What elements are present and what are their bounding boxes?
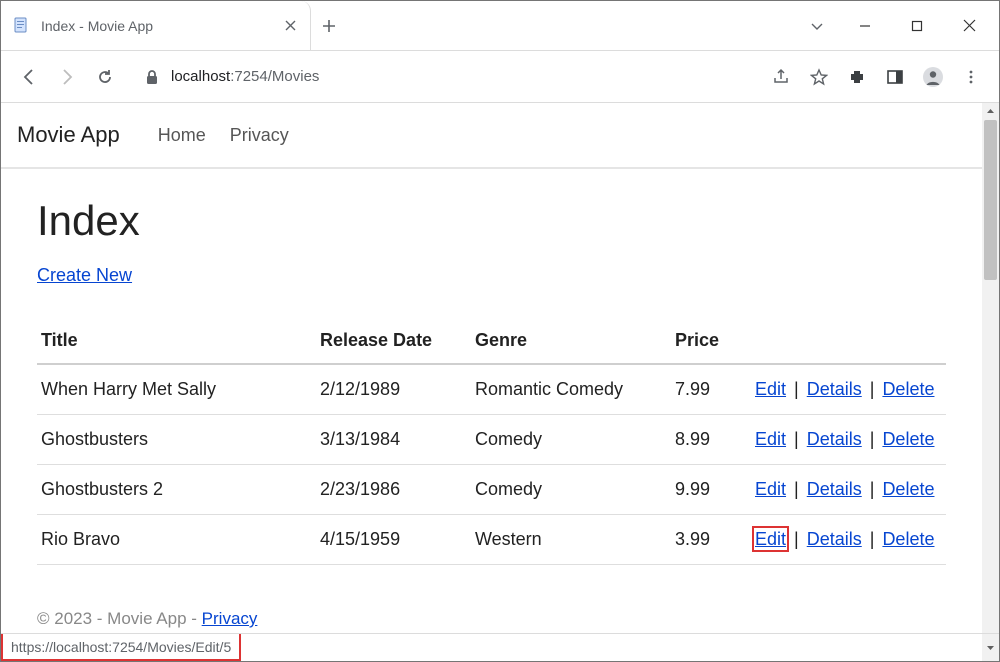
extensions-icon[interactable] <box>839 59 875 95</box>
footer-privacy-link[interactable]: Privacy <box>202 609 258 628</box>
url-host: localhost <box>171 68 230 85</box>
cell-actions: Edit | Details | Delete <box>751 364 946 415</box>
tab-title: Index - Movie App <box>41 18 282 34</box>
cell-actions: Edit | Details | Delete <box>751 415 946 465</box>
table-row: Rio Bravo4/15/1959Western3.99Edit | Deta… <box>37 515 946 565</box>
page-viewport: Movie App Home Privacy Index Create New … <box>1 103 982 633</box>
delete-link[interactable]: Delete <box>882 429 934 449</box>
edit-link[interactable]: Edit <box>755 479 786 499</box>
nav-privacy[interactable]: Privacy <box>230 125 289 146</box>
kebab-menu-icon[interactable] <box>953 59 989 95</box>
profile-icon[interactable] <box>915 59 951 95</box>
brand-link[interactable]: Movie App <box>17 122 120 148</box>
close-window-button[interactable] <box>943 2 995 50</box>
scroll-up-icon[interactable] <box>982 103 999 120</box>
cell-title: Rio Bravo <box>37 515 316 565</box>
cell-price: 7.99 <box>671 364 751 415</box>
side-panel-icon[interactable] <box>877 59 913 95</box>
page-footer: © 2023 - Movie App - Privacy <box>37 609 946 629</box>
cell-price: 3.99 <box>671 515 751 565</box>
cell-price: 8.99 <box>671 415 751 465</box>
details-link[interactable]: Details <box>807 529 862 549</box>
lock-icon <box>145 69 159 85</box>
window-titlebar: Index - Movie App <box>1 1 999 51</box>
browser-toolbar: localhost:7254/Movies <box>1 51 999 103</box>
maximize-button[interactable] <box>891 2 943 50</box>
cell-release-date: 2/12/1989 <box>316 364 471 415</box>
page-title: Index <box>37 197 946 245</box>
window-controls <box>795 1 999 50</box>
col-genre: Genre <box>471 320 671 364</box>
edit-link[interactable]: Edit <box>755 429 786 449</box>
edit-link[interactable]: Edit <box>755 379 786 399</box>
hover-url: https://localhost:7254/Movies/Edit/5 <box>1 634 241 661</box>
nav-home[interactable]: Home <box>158 125 206 146</box>
cell-release-date: 4/15/1959 <box>316 515 471 565</box>
footer-text: © 2023 - Movie App - <box>37 609 202 628</box>
create-new-link[interactable]: Create New <box>37 265 132 285</box>
details-link[interactable]: Details <box>807 429 862 449</box>
browser-statusbar: https://localhost:7254/Movies/Edit/5 <box>1 633 999 661</box>
edit-link[interactable]: Edit <box>755 529 786 549</box>
share-icon[interactable] <box>763 59 799 95</box>
cell-release-date: 3/13/1984 <box>316 415 471 465</box>
cell-genre: Comedy <box>471 415 671 465</box>
cell-title: Ghostbusters 2 <box>37 465 316 515</box>
delete-link[interactable]: Delete <box>882 529 934 549</box>
forward-button[interactable] <box>49 59 85 95</box>
cell-title: When Harry Met Sally <box>37 364 316 415</box>
chevron-down-icon[interactable] <box>795 2 839 50</box>
details-link[interactable]: Details <box>807 379 862 399</box>
page-icon <box>13 17 31 35</box>
col-release-date: Release Date <box>316 320 471 364</box>
table-row: Ghostbusters 22/23/1986Comedy9.99Edit | … <box>37 465 946 515</box>
col-actions <box>751 320 946 364</box>
cell-release-date: 2/23/1986 <box>316 465 471 515</box>
bookmark-icon[interactable] <box>801 59 837 95</box>
scrollbar-thumb[interactable] <box>984 120 997 280</box>
delete-link[interactable]: Delete <box>882 479 934 499</box>
url-path: /Movies <box>268 68 320 85</box>
back-button[interactable] <box>11 59 47 95</box>
table-row: Ghostbusters3/13/1984Comedy8.99Edit | De… <box>37 415 946 465</box>
site-navbar: Movie App Home Privacy <box>1 103 982 169</box>
cell-genre: Western <box>471 515 671 565</box>
close-tab-icon[interactable] <box>282 18 298 34</box>
url-port: :7254 <box>230 68 268 85</box>
col-title: Title <box>37 320 316 364</box>
cell-actions: Edit | Details | Delete <box>751 465 946 515</box>
cell-price: 9.99 <box>671 465 751 515</box>
table-row: When Harry Met Sally2/12/1989Romantic Co… <box>37 364 946 415</box>
details-link[interactable]: Details <box>807 479 862 499</box>
movies-table: Title Release Date Genre Price When Harr… <box>37 320 946 565</box>
reload-button[interactable] <box>87 59 123 95</box>
address-bar[interactable]: localhost:7254/Movies <box>131 61 755 93</box>
cell-genre: Romantic Comedy <box>471 364 671 415</box>
col-price: Price <box>671 320 751 364</box>
vertical-scrollbar[interactable] <box>982 103 999 633</box>
scroll-down-icon[interactable] <box>982 634 999 661</box>
minimize-button[interactable] <box>839 2 891 50</box>
cell-actions: Edit | Details | Delete <box>751 515 946 565</box>
new-tab-button[interactable] <box>311 1 347 50</box>
delete-link[interactable]: Delete <box>882 379 934 399</box>
cell-genre: Comedy <box>471 465 671 515</box>
cell-title: Ghostbusters <box>37 415 316 465</box>
browser-tab[interactable]: Index - Movie App <box>1 1 311 50</box>
